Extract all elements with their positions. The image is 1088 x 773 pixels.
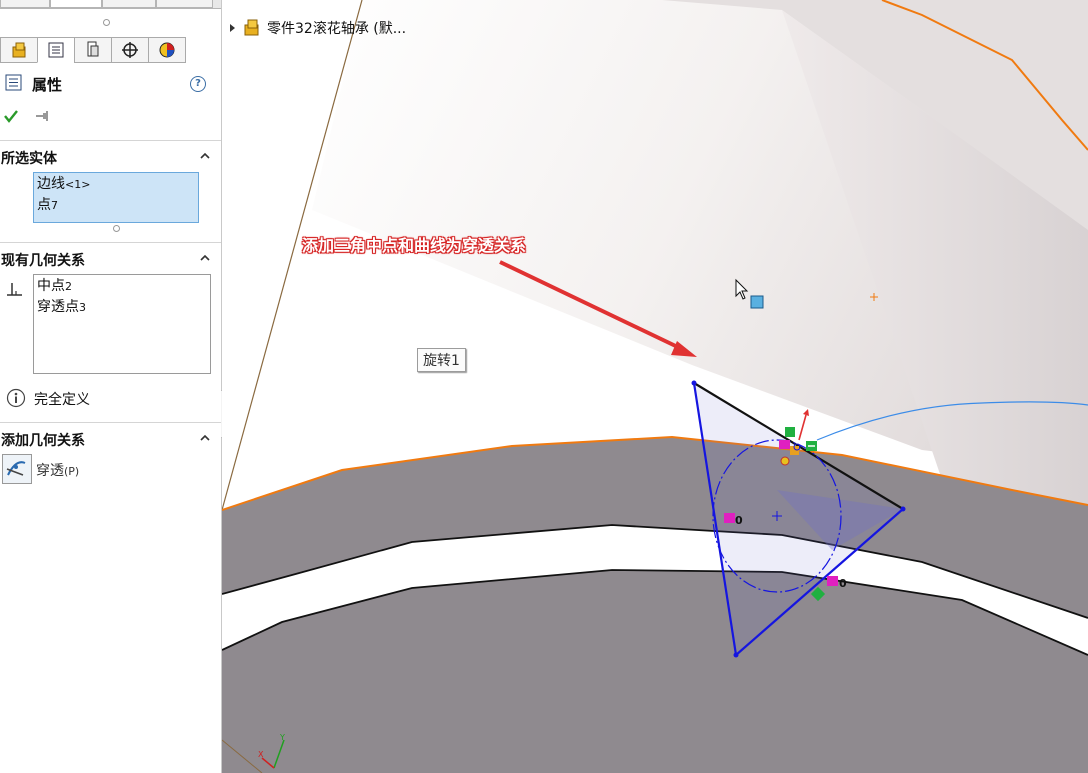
- top-tab-4[interactable]: [156, 0, 213, 8]
- feature-tooltip: 旋转1: [417, 348, 466, 372]
- info-icon: [6, 388, 26, 408]
- sketch-point[interactable]: [691, 380, 697, 386]
- display-manager-tab[interactable]: [148, 37, 186, 63]
- relation-marker-icon[interactable]: [779, 440, 790, 449]
- checkmark-icon[interactable]: [3, 108, 19, 124]
- dimxpert-icon: [122, 42, 138, 58]
- top-tab-2[interactable]: [50, 0, 102, 8]
- configuration-manager-tab[interactable]: [74, 37, 112, 63]
- pierce-relation-label[interactable]: 穿透(P): [36, 460, 79, 480]
- selected-entities-list[interactable]: 边线<1> 点7: [33, 172, 199, 223]
- list-item[interactable]: 中点2: [37, 276, 207, 297]
- relation-marker-label: 0: [839, 577, 847, 590]
- property-manager-icon: [48, 42, 64, 58]
- bearing-body: [222, 437, 1088, 773]
- list-resize-grip-icon[interactable]: [113, 225, 120, 232]
- midpoint-relation-icon[interactable]: [724, 513, 735, 523]
- top-tab-1[interactable]: [0, 0, 50, 8]
- help-icon[interactable]: ?: [190, 76, 206, 92]
- midpoint-relation-icon[interactable]: [827, 576, 838, 586]
- sketch-point[interactable]: [900, 506, 906, 512]
- part-icon: [244, 19, 259, 36]
- selected-entities-header[interactable]: 所选实体: [1, 148, 57, 168]
- collapse-chevron-icon[interactable]: [200, 151, 210, 161]
- panel-title: 属性: [32, 76, 63, 94]
- existing-relations-header[interactable]: 现有几何关系: [1, 250, 85, 270]
- relation-marker-icon[interactable]: [780, 456, 790, 466]
- divider: [0, 140, 221, 141]
- part-name: 零件32滚花轴承 (默...: [267, 21, 407, 37]
- property-manager-tab[interactable]: [37, 37, 75, 63]
- property-manager-title-icon: [5, 74, 22, 91]
- configuration-manager-icon: [87, 41, 99, 57]
- top-tab-3[interactable]: [102, 0, 156, 8]
- definition-status: 完全定义: [34, 392, 90, 408]
- triad-x-label: X: [258, 750, 264, 759]
- splitter-grip-icon[interactable]: [103, 19, 110, 26]
- model-view[interactable]: 0 0 Y X: [222, 0, 1088, 773]
- graphics-viewport[interactable]: 0 0 Y X 零件32滚花轴承 (默... 旋转1 添加三角中点和曲线为穿透关…: [222, 0, 1088, 773]
- pushpin-icon[interactable]: [35, 109, 51, 123]
- list-item[interactable]: 点7: [37, 195, 195, 216]
- collapse-chevron-icon[interactable]: [200, 253, 210, 263]
- manager-tab-bar: [0, 37, 221, 63]
- property-manager-panel: 属性 ? 所选实体 边线<1> 点7 现有几何关系 中点2 穿透点3 完全定义: [0, 0, 234, 773]
- feature-tree-root[interactable]: 零件32滚花轴承 (默...: [229, 18, 406, 38]
- display-manager-icon: [159, 42, 175, 58]
- sketch-point[interactable]: [733, 652, 739, 658]
- dimxpert-tab[interactable]: [111, 37, 149, 63]
- divider: [0, 422, 221, 423]
- divider: [0, 242, 221, 243]
- pierce-relation-button[interactable]: [2, 454, 32, 484]
- list-item[interactable]: 穿透点3: [37, 297, 207, 318]
- existing-relations-list[interactable]: 中点2 穿透点3: [33, 274, 211, 374]
- relation-marker-icon[interactable]: [785, 427, 795, 437]
- pierce-relation-icon: [6, 461, 26, 476]
- manager-top-tabs: [0, 0, 221, 9]
- feature-manager-tab[interactable]: [0, 37, 38, 63]
- relation-marker-label: 0: [735, 514, 743, 527]
- feature-manager-icon: [12, 42, 26, 58]
- add-relations-header[interactable]: 添加几何关系: [1, 430, 85, 450]
- triad-y-label: Y: [279, 733, 285, 742]
- annotation-text: 添加三角中点和曲线为穿透关系: [302, 236, 527, 255]
- expand-arrow-icon[interactable]: [229, 23, 237, 33]
- cursor-feedback-icon: [750, 295, 764, 309]
- list-item[interactable]: 边线<1>: [37, 174, 195, 195]
- relation-type-icon: [7, 283, 22, 296]
- collapse-chevron-icon[interactable]: [200, 433, 210, 443]
